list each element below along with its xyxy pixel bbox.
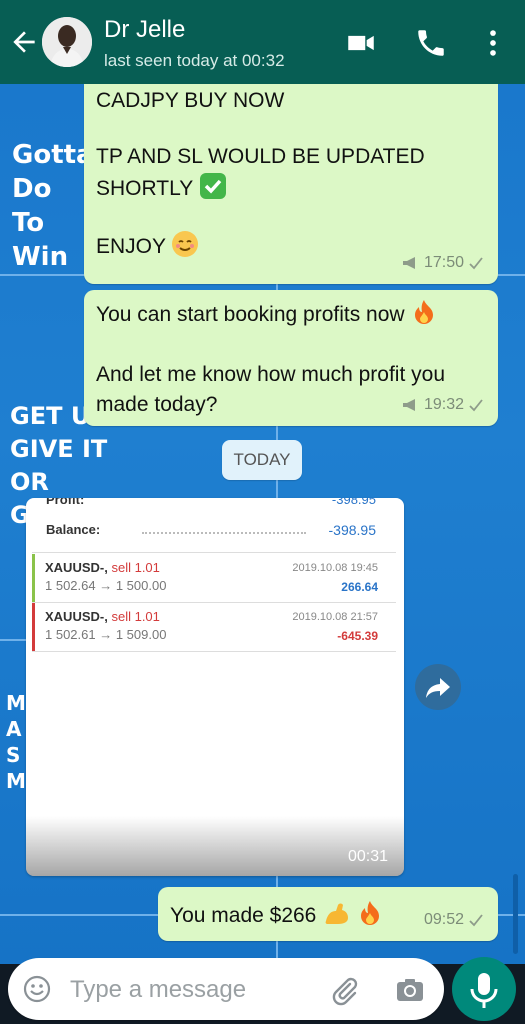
wallpaper-text-3: M A S M (6, 691, 26, 793)
voice-record-button[interactable] (452, 957, 516, 1021)
message-text: CADJPY BUY NOW TP AND SL WOULD BE UPDATE… (96, 89, 425, 258)
fire-emoji-icon (415, 300, 434, 324)
profit-row: Profit: -398.95 (46, 498, 376, 507)
scrollbar[interactable] (513, 874, 518, 954)
message-input-bar[interactable]: Type a message (8, 958, 444, 1020)
emoji-icon[interactable] (22, 974, 52, 1004)
single-check-icon (469, 399, 483, 412)
message-meta: 17:50 (402, 248, 484, 278)
message-input[interactable]: Type a message (70, 976, 246, 1004)
megaphone-icon (402, 399, 415, 411)
fire-emoji-icon (361, 901, 380, 925)
forward-arrow-icon (426, 678, 450, 698)
image-message[interactable]: Profit: -398.95 Balance: -398.95 XAUUSD-… (26, 498, 404, 876)
message-bubble[interactable]: You made $266 09:52 (158, 887, 498, 941)
smiling-emoji-icon (172, 231, 199, 257)
attach-icon[interactable] (328, 974, 360, 1006)
message-bubble[interactable]: You can start booking profits now And le… (84, 290, 498, 426)
message-meta: 19:32 (402, 390, 484, 420)
avatar[interactable] (42, 17, 92, 67)
forward-button[interactable] (415, 664, 461, 710)
check-mark-emoji-icon (199, 173, 226, 199)
single-check-icon (469, 257, 483, 270)
more-options-icon[interactable] (476, 26, 510, 60)
wallpaper-text-1: Gotta Do To Win (12, 140, 94, 272)
trade-row: XAUUSD-, sell 1.01 1 502.61 → 1 509.00 2… (32, 603, 396, 651)
message-bubble[interactable]: CADJPY BUY NOW TP AND SL WOULD BE UPDATE… (84, 84, 498, 284)
image-timestamp: 00:31 (347, 848, 388, 865)
balance-row: Balance: -398.95 (46, 522, 376, 538)
voice-call-icon[interactable] (414, 26, 448, 60)
back-arrow-icon[interactable] (8, 26, 40, 58)
message-meta: 09:52 (424, 905, 484, 935)
flexed-biceps-emoji-icon (325, 903, 349, 924)
message-text: You made $266 (170, 899, 384, 931)
microphone-icon (470, 973, 498, 1008)
chat-header: Dr Jelle last seen today at 00:32 (0, 0, 525, 84)
message-text: You can start booking profits now And le… (96, 298, 445, 420)
last-seen-status: last seen today at 00:32 (104, 51, 285, 70)
camera-icon[interactable] (394, 974, 426, 1006)
date-divider: TODAY (222, 440, 302, 480)
contact-name[interactable]: Dr Jelle (104, 16, 185, 44)
megaphone-icon (402, 257, 415, 269)
single-check-icon (469, 914, 483, 927)
video-call-icon[interactable] (344, 26, 378, 60)
trade-row: XAUUSD-, sell 1.01 1 502.64 → 1 500.00 2… (32, 554, 396, 602)
